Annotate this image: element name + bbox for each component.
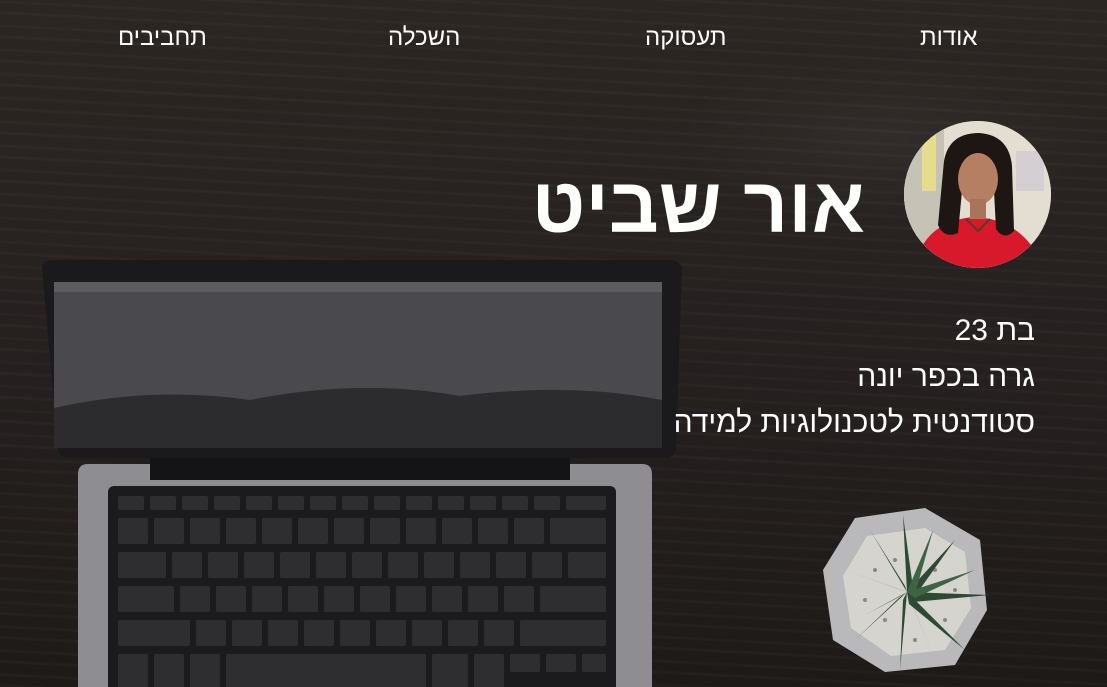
nav-item-hobbies[interactable]: תחביבים	[118, 24, 207, 52]
nav-item-education[interactable]: השכלה	[388, 24, 460, 52]
fact-age: בת 23	[954, 314, 1035, 347]
nav-item-about[interactable]: אודות	[920, 24, 977, 52]
main-nav: תחביבים השכלה תעסוקה אודות	[110, 24, 1000, 64]
plant-image	[823, 508, 990, 672]
fact-occupation: סטודנטית לטכנולוגיות למידה	[673, 406, 1035, 439]
fact-residence: גרה בכפר יונה	[857, 360, 1035, 393]
profile-facts: בת 23 גרה בכפר יונה סטודנטית לטכנולוגיות…	[674, 308, 1035, 446]
profile-name: אור שביט	[531, 161, 865, 249]
hero-section: תחביבים השכלה תעסוקה אודות אור שביט בת 2…	[0, 0, 1107, 687]
avatar	[904, 121, 1051, 268]
laptop-image	[42, 260, 682, 687]
nav-item-career[interactable]: תעסוקה	[645, 24, 726, 52]
